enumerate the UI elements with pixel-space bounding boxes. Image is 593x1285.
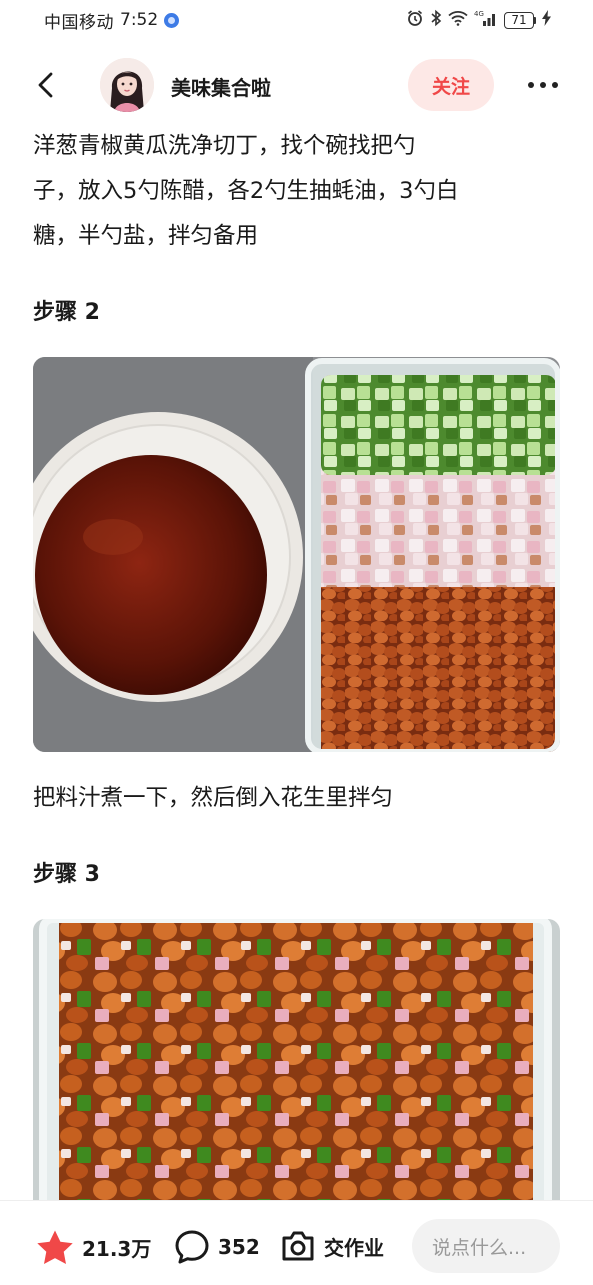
post-header: 美味集合啦 关注: [0, 52, 593, 118]
step3-photo[interactable]: [33, 919, 560, 1219]
carrier-name: 中国移动: [44, 12, 114, 33]
more-dot-icon: [528, 82, 534, 88]
comment-button[interactable]: 352: [174, 1229, 260, 1265]
step2-title: 步骤 2: [33, 300, 100, 325]
signal-icon: 4G: [474, 9, 498, 31]
star-icon: [37, 1230, 73, 1264]
app-notification-icon: [164, 12, 180, 28]
text-line: 糖，半勺盐，拌匀备用: [33, 223, 259, 249]
alarm-icon: [406, 9, 424, 31]
wifi-icon: [448, 10, 468, 30]
text-line: 把料汁煮一下，然后倒入花生里拌匀: [33, 785, 394, 811]
camera-icon: [282, 1231, 314, 1261]
status-bar: 中国移动 7:52 4G 71: [0, 0, 593, 40]
mixed-peanuts-image: [33, 919, 560, 1219]
homework-label: 交作业: [324, 1235, 384, 1260]
text-line: 洋葱青椒黄瓜洗净切丁，找个碗找把勺: [33, 133, 416, 159]
sauce-and-vegetables-image: [33, 357, 560, 752]
status-right: 4G 71: [406, 9, 551, 31]
battery-level: 71: [504, 11, 534, 29]
follow-button[interactable]: 关注: [408, 59, 494, 111]
text-line: 子，放入5勺陈醋，各2勺生抽蚝油，3勺白: [33, 178, 459, 204]
comment-bubble-icon: [175, 1230, 209, 1264]
more-dot-icon: [540, 82, 546, 88]
like-button[interactable]: 21.3万: [36, 1229, 151, 1265]
more-options-button[interactable]: [528, 74, 558, 96]
comment-input[interactable]: 说点什么...: [412, 1219, 560, 1273]
back-button[interactable]: [32, 70, 62, 100]
bottom-action-bar: 21.3万 352 交作业 说点什么...: [0, 1200, 593, 1285]
comment-count: 352: [218, 1235, 260, 1259]
step2-description: 把料汁煮一下，然后倒入花生里拌匀: [33, 776, 563, 821]
author-avatar[interactable]: [100, 58, 154, 112]
network-type: 4G: [474, 10, 484, 18]
homework-button[interactable]: 交作业: [280, 1229, 384, 1263]
battery-icon: 71: [504, 11, 536, 29]
clock: 7:52: [120, 10, 159, 30]
like-count: 21.3万: [82, 1236, 152, 1261]
more-dot-icon: [552, 82, 558, 88]
chevron-left-icon: [38, 72, 53, 98]
step1-description: 洋葱青椒黄瓜洗净切丁，找个碗找把勺 子，放入5勺陈醋，各2勺生抽蚝油，3勺白 糖…: [33, 124, 563, 259]
status-left: 中国移动 7:52: [44, 8, 180, 33]
bluetooth-icon: [430, 9, 442, 31]
step2-photo[interactable]: [33, 357, 560, 752]
step3-title: 步骤 3: [33, 862, 100, 887]
charging-icon: [542, 10, 551, 30]
author-name[interactable]: 美味集合啦: [171, 72, 271, 101]
